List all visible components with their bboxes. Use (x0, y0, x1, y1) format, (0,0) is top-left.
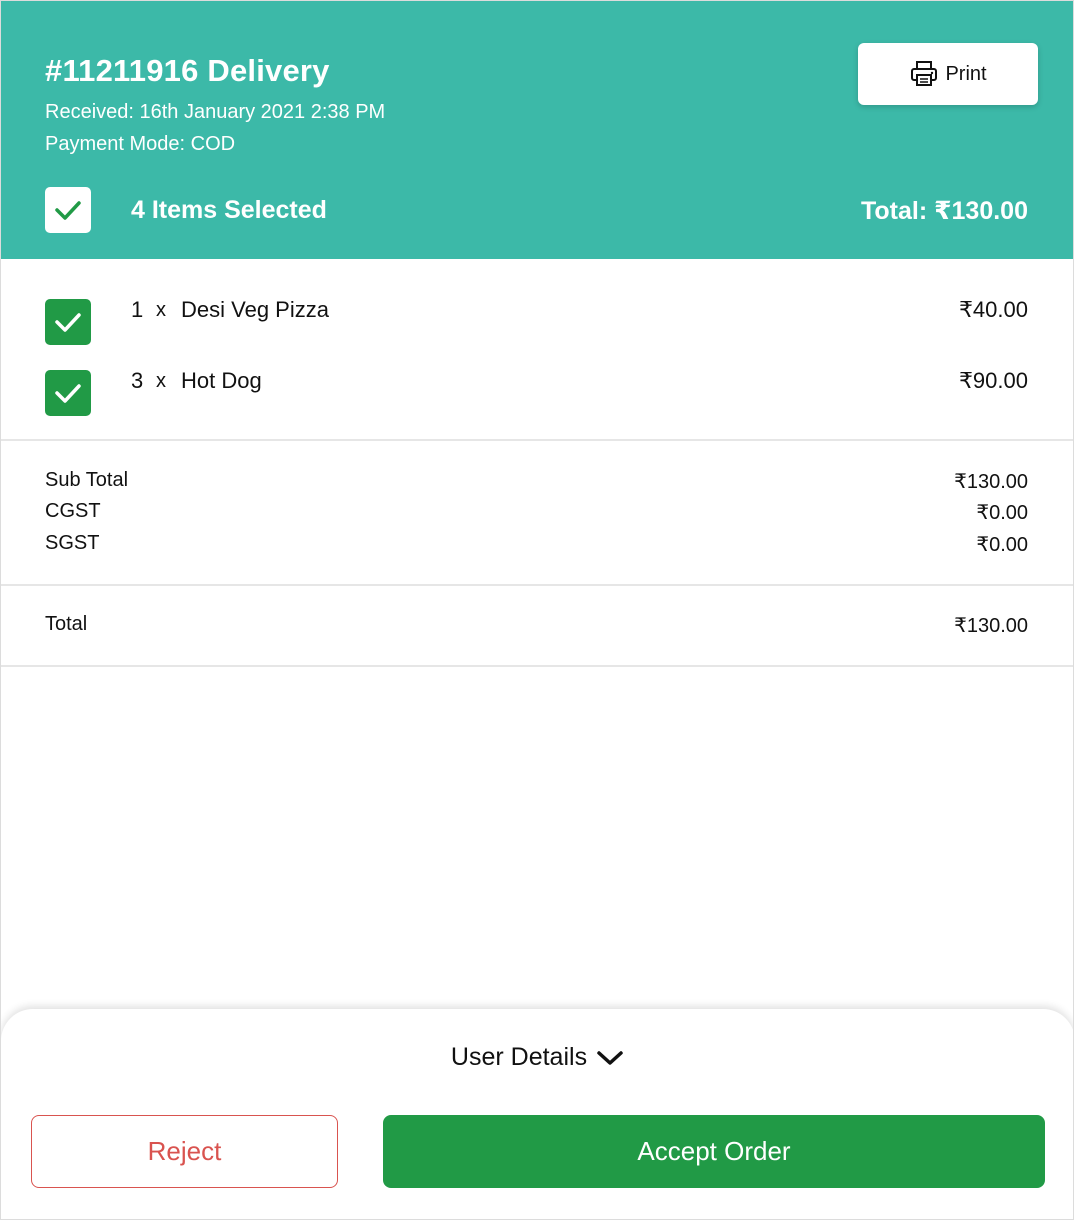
item-checkbox[interactable] (45, 370, 91, 416)
total-value: ₹130.00 (954, 615, 1028, 637)
order-items-list: 1 x Desi Veg Pizza ₹40.00 3 x Hot Dog ₹9… (1, 259, 1073, 441)
item-checkbox[interactable] (45, 299, 91, 345)
total-label: Total (45, 613, 88, 635)
user-details-toggle[interactable]: User Details (1, 1043, 1073, 1072)
check-icon (55, 384, 81, 403)
item-price: ₹40.00 (958, 297, 1028, 322)
item-multiplier: x (156, 299, 166, 321)
item-quantity: 3 (131, 368, 144, 393)
subtotal-value: ₹130.00 (954, 471, 1028, 493)
item-quantity: 1 (131, 297, 144, 322)
accept-order-button[interactable]: Accept Order (383, 1115, 1045, 1188)
received-time: Received: 16th January 2021 2:38 PM (45, 101, 386, 123)
sgst-label: SGST (45, 532, 100, 554)
select-all-checkbox[interactable] (45, 187, 91, 233)
order-header: #11211916 Delivery Received: 16th Januar… (1, 1, 1073, 259)
item-name: Hot Dog (181, 368, 262, 393)
list-item: 1 x Desi Veg Pizza ₹40.00 (1, 297, 1073, 347)
header-total: Total: ₹130.00 (861, 197, 1028, 225)
list-item: 3 x Hot Dog ₹90.00 (1, 368, 1073, 418)
order-title: #11211916 Delivery (45, 53, 330, 88)
bill-summary: Sub Total ₹130.00 CGST ₹0.00 SGST ₹0.00 (1, 441, 1073, 586)
subtotal-label: Sub Total (45, 469, 129, 491)
item-price: ₹90.00 (958, 368, 1028, 393)
cgst-label: CGST (45, 500, 101, 522)
order-detail-page: #11211916 Delivery Received: 16th Januar… (0, 0, 1074, 1220)
print-label: Print (945, 62, 987, 85)
cgst-value: ₹0.00 (976, 502, 1028, 524)
reject-button[interactable]: Reject (31, 1115, 338, 1188)
user-details-label: User Details (450, 1043, 588, 1071)
payment-mode: Payment Mode: COD (45, 133, 236, 155)
printer-icon (909, 60, 939, 88)
check-icon (55, 313, 81, 332)
items-selected-count: 4 Items Selected (131, 196, 327, 224)
print-button[interactable]: Print (858, 43, 1038, 105)
sgst-value: ₹0.00 (976, 534, 1028, 556)
chevron-down-icon (595, 1048, 625, 1068)
grand-total: Total ₹130.00 (1, 586, 1073, 667)
item-multiplier: x (156, 370, 166, 392)
check-icon (55, 201, 81, 220)
action-sheet: User Details Reject Accept Order (1, 1009, 1073, 1219)
item-name: Desi Veg Pizza (181, 297, 329, 322)
